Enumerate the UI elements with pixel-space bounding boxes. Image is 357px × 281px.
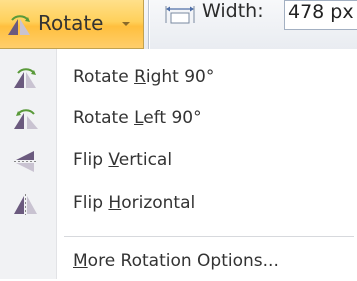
rotate-triangle-icon	[8, 15, 30, 35]
flip-horizontal-icon	[14, 194, 37, 215]
menu-divider	[64, 236, 354, 237]
menu-item-label: Rotate Left 90°	[73, 108, 202, 128]
group-separator	[148, 0, 150, 49]
width-label: Width:	[202, 0, 264, 22]
width-dimension-icon	[165, 6, 195, 24]
menu-item-more-rotation-options[interactable]: More Rotation Options...	[0, 243, 357, 281]
menu-item-label: More Rotation Options...	[73, 251, 279, 271]
menu-item-flip-vertical[interactable]: Flip Vertical	[0, 142, 357, 180]
rotate-right-icon	[14, 68, 36, 88]
ribbon-toolbar: Rotate Width: 478 px	[0, 0, 357, 49]
menu-item-label: Flip Vertical	[73, 150, 173, 170]
menu-item-rotate-right[interactable]: Rotate Right 90°	[0, 59, 357, 97]
rotate-button[interactable]: Rotate	[0, 0, 144, 49]
rotate-button-label: Rotate	[38, 11, 104, 35]
rotate-dropdown-menu: Rotate Right 90° Rotate Left 90° Flip Ve…	[0, 49, 357, 279]
menu-item-rotate-left[interactable]: Rotate Left 90°	[0, 100, 357, 138]
menu-item-label: Rotate Right 90°	[73, 67, 215, 87]
rotate-left-icon	[14, 109, 38, 129]
flip-vertical-icon	[14, 151, 36, 172]
menu-item-flip-horizontal[interactable]: Flip Horizontal	[0, 185, 357, 223]
chevron-down-icon[interactable]	[122, 22, 130, 26]
menu-item-label: Flip Horizontal	[73, 193, 196, 213]
width-input[interactable]: 478 px	[284, 0, 357, 30]
